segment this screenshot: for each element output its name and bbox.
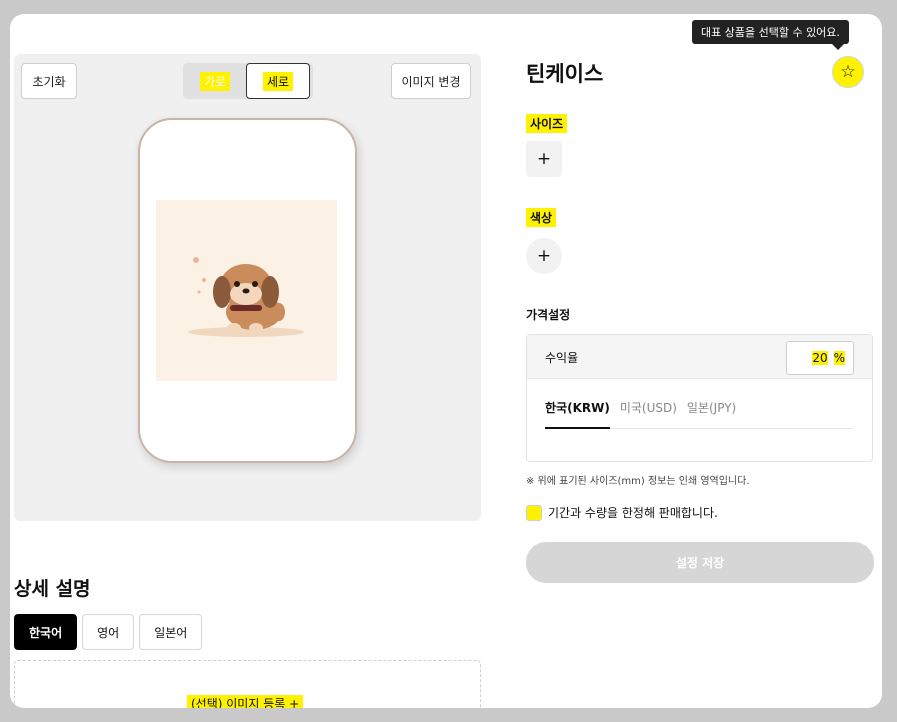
margin-input[interactable]: 20 % (786, 341, 854, 375)
print-area-note: ※ 위에 표기된 사이즈(mm) 정보는 인쇄 영역입니다. (526, 476, 750, 487)
size-label: 사이즈 (526, 114, 568, 133)
price-settings-box: 수익율 20 % 한국(KRW) 미국(USD) 일본(JPY) (526, 334, 873, 462)
currency-tabs: 한국(KRW) 미국(USD) 일본(JPY) (545, 399, 853, 429)
margin-label: 수익율 (545, 351, 579, 365)
tab-jpy[interactable]: 일본(JPY) (687, 399, 736, 428)
orientation-horizontal-label: 가로 (199, 71, 231, 91)
tab-krw[interactable]: 한국(KRW) (545, 399, 610, 429)
detail-title: 상세 설명 (14, 578, 91, 600)
limited-sale-row[interactable]: 기간과 수량을 한정해 판매합니다. (526, 504, 718, 521)
save-settings-button[interactable]: 설정 저장 (526, 542, 874, 583)
margin-unit: % (833, 351, 845, 365)
limited-sale-checkbox[interactable] (526, 504, 542, 521)
margin-value: 20 (812, 351, 828, 365)
detail-language-tabs: 한국어 영어 일본어 (14, 614, 203, 650)
tab-korean[interactable]: 한국어 (14, 614, 78, 650)
limited-sale-label: 기간과 수량을 한정해 판매합니다. (548, 506, 718, 520)
preview-area: 초기화 가로 세로 이미지 변경 (14, 54, 481, 521)
image-upload-label[interactable]: (선택) 이미지 등록 + (187, 695, 304, 708)
price-settings-label: 가격설정 (526, 308, 571, 322)
orientation-vertical-button[interactable]: 세로 (246, 63, 310, 99)
product-title: 틴케이스 (526, 62, 604, 86)
margin-row: 수익율 20 % (527, 335, 872, 379)
plus-icon: + (536, 246, 552, 266)
plus-icon: + (536, 149, 552, 169)
add-size-button[interactable]: + (526, 141, 562, 177)
tab-usd[interactable]: 미국(USD) (620, 399, 677, 428)
orientation-toggle: 가로 세로 (183, 63, 313, 99)
color-label: 색상 (526, 208, 557, 227)
product-image (156, 200, 337, 381)
tin-case-mockup (138, 118, 357, 463)
reset-button[interactable]: 초기화 (21, 63, 77, 99)
tab-japanese[interactable]: 일본어 (139, 614, 203, 650)
orientation-horizontal-button[interactable]: 가로 (183, 63, 247, 99)
editor-panel: 초기화 가로 세로 이미지 변경 상세 설명 한국어 영어 일본어 (선택) 이… (10, 14, 882, 708)
tab-english[interactable]: 영어 (82, 614, 135, 650)
dog-illustration-icon (188, 257, 304, 337)
add-color-button[interactable]: + (526, 238, 562, 274)
representative-tooltip: 대표 상품을 선택할 수 있어요. (692, 20, 849, 50)
representative-star-button[interactable]: ☆ (832, 56, 864, 88)
product-settings: 틴케이스 ☆ 사이즈 + 색상 + 가격설정 수익율 20 % 한국(KRW) … (526, 14, 876, 708)
orientation-vertical-label: 세로 (262, 71, 294, 91)
star-icon: ☆ (840, 62, 856, 82)
image-upload-area[interactable]: (선택) 이미지 등록 + (14, 660, 481, 708)
change-image-button[interactable]: 이미지 변경 (391, 63, 471, 99)
